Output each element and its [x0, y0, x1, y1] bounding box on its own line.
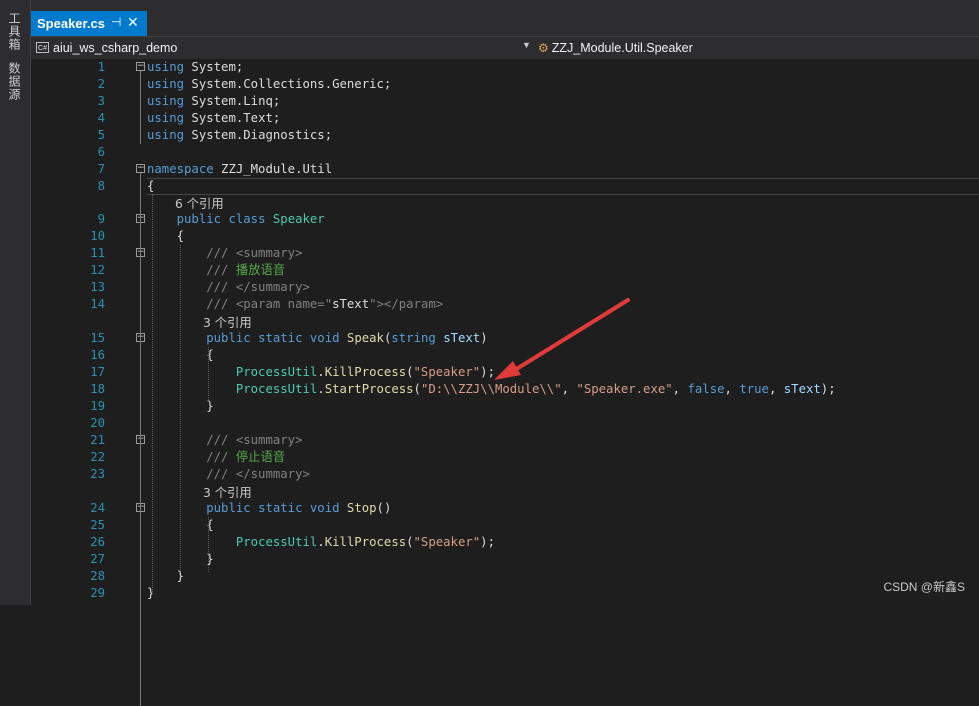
annotation-arrow-layer [494, 298, 630, 380]
annotation-arrow-head [494, 361, 521, 380]
watermark: CSDN @新鑫S [883, 580, 965, 594]
annotation-arrow-shaft [508, 298, 630, 375]
